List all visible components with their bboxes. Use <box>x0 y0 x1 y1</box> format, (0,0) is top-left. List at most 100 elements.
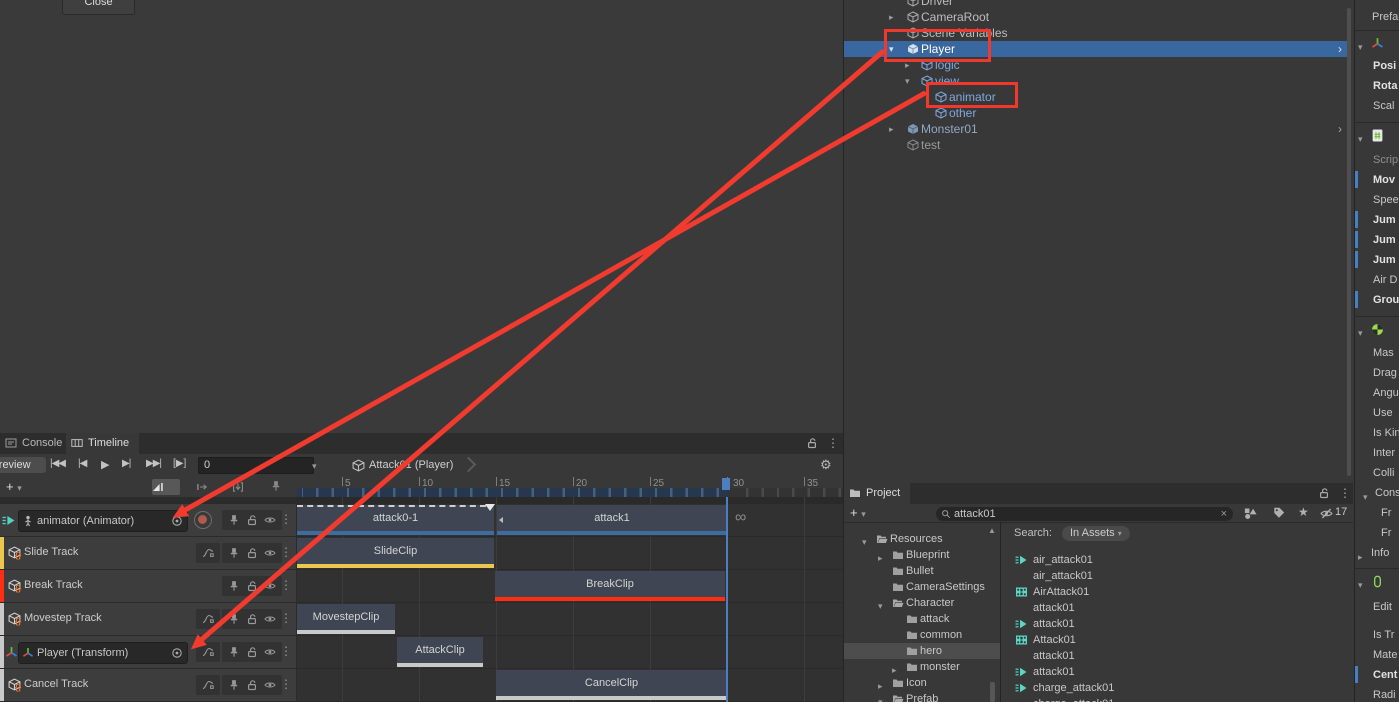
close-button[interactable]: Close <box>62 0 135 15</box>
player-binding-field[interactable]: Player (Transform) <box>18 642 188 664</box>
folder-monster[interactable]: ▸ monster <box>844 659 1000 675</box>
pin-icon[interactable] <box>228 580 240 592</box>
mix-mode-button[interactable] <box>152 479 180 495</box>
result-item[interactable]: air_attack01 <box>1003 552 1353 568</box>
expand-arrow-icon[interactable]: ▾ <box>905 73 910 89</box>
prefab-open-chevron-icon[interactable]: › <box>1338 121 1342 137</box>
expand-arrow-icon[interactable]: ▾ <box>878 694 883 702</box>
expand-arrow-icon[interactable]: ▸ <box>889 9 894 25</box>
timeline-clips-area[interactable]: attack0-1 attack1 ∞ SlideClip BreakClip … <box>297 497 843 702</box>
animator-binding-field[interactable]: animator (Animator) <box>18 510 188 532</box>
favorites-star-icon[interactable]: ★ <box>1298 505 1309 519</box>
curves-icon[interactable] <box>202 646 214 658</box>
script-component-header[interactable]: ▾ <box>1355 126 1399 144</box>
tab-timeline[interactable]: Timeline <box>66 433 139 454</box>
track-player-transform[interactable]: Player (Transform) ⋮ <box>0 636 296 668</box>
record-button[interactable] <box>194 511 212 529</box>
lock-icon[interactable] <box>246 514 258 526</box>
clip-break[interactable]: BreakClip <box>495 571 725 601</box>
folder-camerasettings[interactable]: CameraSettings <box>844 579 1000 595</box>
mute-eye-icon[interactable] <box>264 613 276 625</box>
result-item[interactable]: Attack01 <box>1003 632 1353 648</box>
track-menu-icon[interactable]: ⋮ <box>280 512 292 526</box>
result-item[interactable]: attack01 <box>1003 648 1353 664</box>
search-input[interactable] <box>954 507 1204 521</box>
curves-icon[interactable] <box>202 679 214 691</box>
track-menu-icon[interactable]: ⋮ <box>280 611 292 625</box>
foldout-icon[interactable]: ▾ <box>1358 324 1363 342</box>
foldout-icon[interactable]: ▾ <box>1358 38 1363 56</box>
play-button[interactable]: ▶ <box>101 458 108 471</box>
folder-prefab[interactable]: ▾ Prefab <box>844 691 1000 702</box>
tab-console[interactable]: Console <box>0 433 72 454</box>
hierarchy-item-test[interactable]: test <box>844 137 1347 153</box>
clip-attack[interactable]: AttackClip <box>397 637 483 667</box>
foldout-icon[interactable]: ▸ <box>1358 548 1363 566</box>
rigidbody-component-header[interactable]: ▾ <box>1355 320 1399 338</box>
result-item[interactable]: attack01 <box>1003 600 1353 616</box>
result-item[interactable]: attack01 <box>1003 616 1353 632</box>
unlock-icon[interactable] <box>1318 487 1330 499</box>
panel-menu-icon[interactable]: ⋮ <box>827 436 839 450</box>
lock-icon[interactable] <box>246 679 258 691</box>
hidden-packages-eye-slash-icon[interactable] <box>1320 507 1333 520</box>
preview-toggle-button[interactable]: Preview <box>0 457 46 473</box>
foldout-icon[interactable]: ▾ <box>1358 576 1363 594</box>
tree-scrollbar-thumb[interactable] <box>990 682 995 702</box>
hierarchy-scrollbar[interactable] <box>1347 8 1351 476</box>
pin-icon[interactable] <box>228 514 240 526</box>
track-cancel[interactable]: {} Cancel Track ⋮ <box>0 669 296 701</box>
pin-icon[interactable] <box>228 547 240 559</box>
hierarchy-item-cameraroot[interactable]: ▸ CameraRoot <box>844 9 1347 25</box>
folder-hero[interactable]: hero <box>844 643 1000 659</box>
clip-movestep[interactable]: MovestepClip <box>297 604 395 634</box>
next-frame-button[interactable]: ▶| <box>122 458 130 469</box>
go-to-end-button[interactable]: ▶▶| <box>146 458 161 469</box>
play-range-button[interactable]: [▶] <box>173 458 186 469</box>
folder-resources[interactable]: ▾ Resources <box>844 531 1000 547</box>
tab-project[interactable]: Project <box>844 483 910 504</box>
result-item[interactable]: charge_attack01 <box>1003 696 1353 702</box>
panel-menu-icon[interactable]: ⋮ <box>1339 486 1351 500</box>
track-menu-icon[interactable]: ⋮ <box>280 677 292 691</box>
folder-blueprint[interactable]: ▸ Blueprint <box>844 547 1000 563</box>
unlock-icon[interactable] <box>806 437 818 449</box>
foldout-icon[interactable]: ▾ <box>1358 130 1363 148</box>
hierarchy-item-monster01[interactable]: ▸ Monster01 › <box>844 121 1347 137</box>
capsule-collider-component-header[interactable]: ▾ <box>1355 572 1399 590</box>
object-picker-target-icon[interactable] <box>171 647 183 659</box>
previous-frame-button[interactable]: |◀ <box>78 458 86 469</box>
track-animator[interactable]: animator (Animator) ⋮ <box>0 504 296 536</box>
add-track-button[interactable]: + ▾ <box>6 479 22 494</box>
clip-slide[interactable]: SlideClip <box>297 538 494 568</box>
track-menu-icon[interactable]: ⋮ <box>280 644 292 658</box>
curves-icon[interactable] <box>202 547 214 559</box>
constraints-foldout[interactable]: ▾Cons <box>1355 484 1399 502</box>
lock-icon[interactable] <box>246 613 258 625</box>
track-movestep[interactable]: {} Movestep Track ⋮ <box>0 603 296 635</box>
result-item[interactable]: charge_attack01 <box>1003 680 1353 696</box>
folder-bullet[interactable]: Bullet <box>844 563 1000 579</box>
tree-scroll-up-icon[interactable]: ▲ <box>988 526 996 535</box>
mute-eye-icon[interactable] <box>264 679 276 691</box>
pin-icon[interactable] <box>228 646 240 658</box>
folder-character[interactable]: ▾ Character <box>844 595 1000 611</box>
clip-cancel[interactable]: CancelClip <box>496 670 727 700</box>
search-by-type-icon[interactable] <box>1244 507 1257 520</box>
mute-eye-icon[interactable] <box>264 646 276 658</box>
hierarchy-item-other[interactable]: other <box>844 105 1347 121</box>
prefab-open-chevron-icon[interactable]: › <box>1338 41 1342 57</box>
playhead-line[interactable] <box>726 497 728 702</box>
clip-attack1[interactable]: attack1 <box>497 505 727 535</box>
expand-arrow-icon[interactable]: ▸ <box>889 121 894 137</box>
result-item[interactable]: AirAttack01 <box>1003 584 1353 600</box>
pin-icon[interactable] <box>228 679 240 691</box>
search-scope-dropdown[interactable]: In Assets ▾ <box>1062 526 1130 541</box>
track-menu-icon[interactable]: ⋮ <box>280 545 292 559</box>
track-menu-icon[interactable]: ⋮ <box>280 578 292 592</box>
search-by-label-icon[interactable] <box>1273 507 1285 519</box>
folder-common[interactable]: common <box>844 627 1000 643</box>
playhead-handle[interactable] <box>722 478 730 490</box>
hierarchy-item-driver[interactable]: Driver <box>844 0 1347 9</box>
project-search-field[interactable]: × <box>936 507 1233 521</box>
